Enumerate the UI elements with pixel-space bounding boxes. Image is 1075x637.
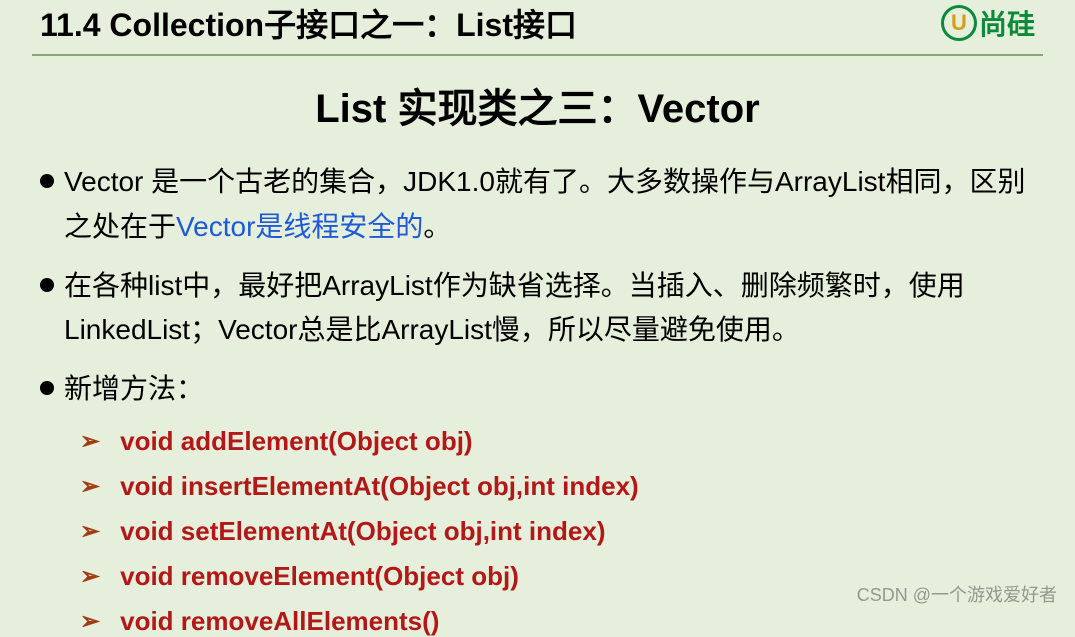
arrow-icon: ➢ xyxy=(80,562,100,591)
slide-header: 11.4 Collection子接口之一：List接口 U 尚硅 xyxy=(0,0,1075,54)
bullet-icon xyxy=(40,381,54,395)
arrow-icon: ➢ xyxy=(80,517,100,546)
logo-icon: U xyxy=(941,5,977,41)
method-item: ➢ void removeAllElements() xyxy=(80,606,1035,637)
bullet-icon xyxy=(40,278,54,292)
method-text: void setElementAt(Object obj,int index) xyxy=(120,516,605,547)
slide-title: List 实现类之三：Vector xyxy=(0,76,1075,134)
bullet-item: 在各种list中，最好把ArrayList作为缺省选择。当插入、删除频繁时，使用… xyxy=(40,264,1035,354)
method-text: void removeAllElements() xyxy=(120,606,439,637)
bullet-icon xyxy=(40,174,54,188)
watermark: CSDN @一个游戏爱好者 xyxy=(857,581,1057,607)
method-text: void removeElement(Object obj) xyxy=(120,561,519,592)
arrow-icon: ➢ xyxy=(80,607,100,636)
method-text: void addElement(Object obj) xyxy=(120,426,472,457)
method-text: void insertElementAt(Object obj,int inde… xyxy=(120,471,639,502)
bullet-text: 新增方法： xyxy=(64,367,1035,412)
slide-content: Vector 是一个古老的集合，JDK1.0就有了。大多数操作与ArrayLis… xyxy=(0,160,1075,637)
method-item: ➢ void setElementAt(Object obj,int index… xyxy=(80,516,1035,547)
bullet-pre: 新增方法： xyxy=(64,373,204,404)
arrow-icon: ➢ xyxy=(80,472,100,501)
bullet-text: Vector 是一个古老的集合，JDK1.0就有了。大多数操作与ArrayLis… xyxy=(64,160,1035,250)
header-section-title: 11.4 Collection子接口之一：List接口 xyxy=(40,0,577,46)
bullet-highlight: Vector是线程安全的 xyxy=(176,211,423,242)
bullet-item: 新增方法： xyxy=(40,367,1035,412)
bullet-pre: 在各种list中，最好把ArrayList作为缺省选择。当插入、删除频繁时，使用… xyxy=(64,270,965,346)
method-item: ➢ void addElement(Object obj) xyxy=(80,426,1035,457)
bullet-text: 在各种list中，最好把ArrayList作为缺省选择。当插入、删除频繁时，使用… xyxy=(64,264,1035,354)
brand-logo: U 尚硅 xyxy=(941,3,1035,43)
header-divider xyxy=(32,54,1043,56)
arrow-icon: ➢ xyxy=(80,427,100,456)
method-item: ➢ void insertElementAt(Object obj,int in… xyxy=(80,471,1035,502)
logo-text: 尚硅 xyxy=(979,3,1035,43)
bullet-item: Vector 是一个古老的集合，JDK1.0就有了。大多数操作与ArrayLis… xyxy=(40,160,1035,250)
bullet-post: 。 xyxy=(423,211,451,242)
